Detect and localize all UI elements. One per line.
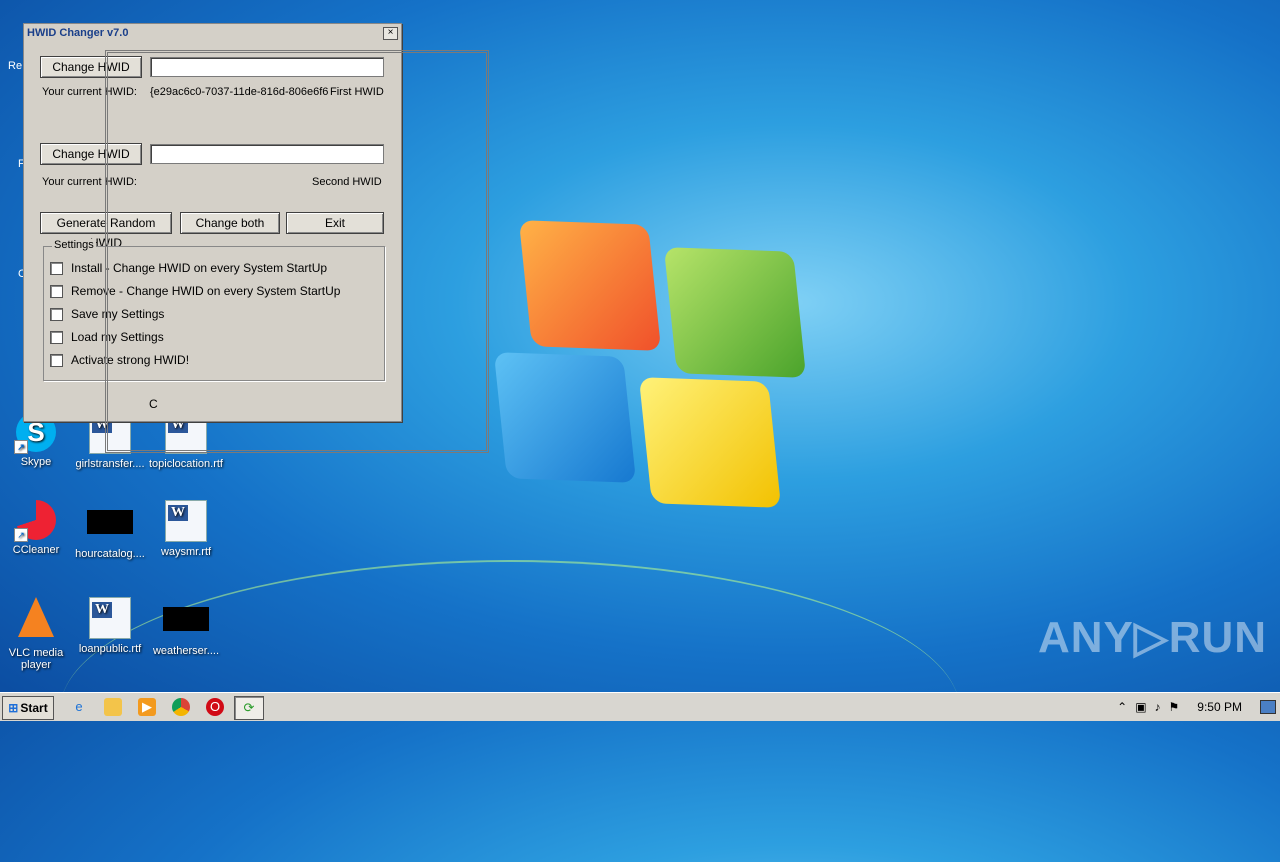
second-hwid-input[interactable] [150, 144, 384, 164]
logo-blue-pane [493, 352, 637, 483]
redacted-file-icon [87, 510, 133, 534]
desktop-icon-waysmr[interactable]: waysmr.rtf [148, 500, 224, 558]
desktop-icon-label: Skype [20, 456, 52, 468]
ccleaner-icon: ↗ [14, 500, 56, 542]
desktop-icon-hourcatalog[interactable]: hourcatalog.... [72, 500, 148, 560]
window-title: HWID Changer v7.0 [27, 27, 129, 39]
word-document-icon [165, 500, 207, 542]
desktop-icon-label: girlstransfer.... [75, 458, 145, 470]
volume-icon[interactable]: ♪ [1155, 700, 1161, 714]
hwid-changer-taskbar-button[interactable]: ⟳ [234, 696, 264, 720]
desktop-icon-label: topiclocation.rtf [149, 458, 223, 470]
checkbox-label: Load my Settings [71, 330, 164, 344]
logo-red-pane [518, 220, 662, 351]
redacted-file-icon [163, 607, 209, 631]
desktop-label-partial: Re [8, 60, 23, 72]
desktop-icon-ccleaner[interactable]: ↗ CCleaner [0, 500, 74, 556]
action-center-flag-icon[interactable]: ⚑ [1169, 700, 1180, 714]
second-current-hwid-label: Your current HWID: [42, 176, 137, 188]
first-current-hwid-label: Your current HWID: [42, 86, 137, 98]
settings-group: Settings Install - Change HWID on every … [43, 239, 385, 381]
internet-explorer-icon[interactable]: e [70, 698, 88, 716]
opera-icon[interactable]: O [206, 698, 224, 716]
settings-legend: Settings [52, 239, 96, 251]
change-both-button[interactable]: Change both [180, 212, 280, 234]
desktop-icon-label: CCleaner [12, 544, 60, 556]
taskbar: Start e ▶ O ⟳ ⌃ ▣ ♪ ⚑ 9:50 PM [0, 692, 1280, 721]
folder-icon[interactable] [104, 698, 122, 716]
network-icon[interactable]: ▣ [1135, 700, 1146, 714]
checkbox-label: Remove - Change HWID on every System Sta… [71, 284, 341, 298]
first-hwid-tag: First HWID [330, 86, 384, 98]
desktop-icon-label: weatherser.... [152, 645, 220, 657]
checkbox-box[interactable] [50, 284, 63, 298]
checkbox-box[interactable] [50, 353, 63, 367]
change-hwid-second-button[interactable]: Change HWID [40, 143, 142, 165]
system-tray: ⌃ ▣ ♪ ⚑ 9:50 PM [1113, 693, 1280, 721]
show-desktop-icon[interactable] [1260, 700, 1276, 714]
clock[interactable]: 9:50 PM [1197, 700, 1242, 714]
logo-yellow-pane [638, 377, 782, 508]
tray-expand-icon[interactable]: ⌃ [1117, 700, 1127, 714]
start-button[interactable]: Start [2, 696, 54, 720]
media-player-icon[interactable]: ▶ [138, 698, 156, 716]
generate-random-hwid-button[interactable]: Generate Random HWID [40, 212, 172, 250]
word-document-icon [89, 597, 131, 639]
first-current-hwid-value: {e29ac6c0-7037-11de-816d-806e6f6 [150, 86, 329, 98]
windows-logo [480, 215, 807, 515]
desktop-icon-loanpublic[interactable]: loanpublic.rtf [72, 597, 148, 655]
checkbox-box[interactable] [50, 307, 63, 321]
desktop-icon-label: waysmr.rtf [160, 546, 212, 558]
exit-button[interactable]: Exit [286, 212, 384, 234]
save-settings-checkbox[interactable]: Save my Settings [50, 307, 164, 321]
anyrun-watermark: ANY▷RUN [1038, 613, 1268, 662]
desktop-icon-label: loanpublic.rtf [78, 643, 142, 655]
second-hwid-tag: Second HWID [312, 176, 382, 188]
window-titlebar[interactable]: HWID Changer v7.0 × [24, 24, 401, 42]
logo-green-pane [663, 247, 807, 378]
desktop-icon-weatherser[interactable]: weatherser.... [148, 597, 224, 657]
load-settings-checkbox[interactable]: Load my Settings [50, 330, 164, 344]
change-hwid-first-button[interactable]: Change HWID [40, 56, 142, 78]
first-hwid-input[interactable] [150, 57, 384, 77]
checkbox-label: Save my Settings [71, 307, 165, 321]
strong-hwid-checkbox[interactable]: Activate strong HWID! [50, 353, 189, 367]
install-startup-checkbox[interactable]: Install - Change HWID on every System St… [50, 261, 327, 275]
vlc-cone-icon [18, 597, 54, 637]
close-icon[interactable]: × [383, 26, 398, 40]
footer-char: C [149, 397, 158, 411]
desktop-icon-label: VLC media player [8, 647, 64, 671]
checkbox-label: Install - Change HWID on every System St… [71, 261, 328, 275]
checkbox-box[interactable] [50, 261, 63, 275]
refresh-icon: ⟳ [243, 700, 255, 715]
checkbox-label: Activate strong HWID! [71, 353, 190, 367]
desktop-icon-vlc[interactable]: VLC media player [0, 597, 74, 671]
checkbox-box[interactable] [50, 330, 63, 344]
remove-startup-checkbox[interactable]: Remove - Change HWID on every System Sta… [50, 284, 340, 298]
chrome-icon[interactable] [172, 698, 190, 716]
desktop-icon-label: hourcatalog.... [75, 548, 145, 560]
hwid-changer-window: HWID Changer v7.0 × Change HWID Your cur… [23, 23, 402, 422]
